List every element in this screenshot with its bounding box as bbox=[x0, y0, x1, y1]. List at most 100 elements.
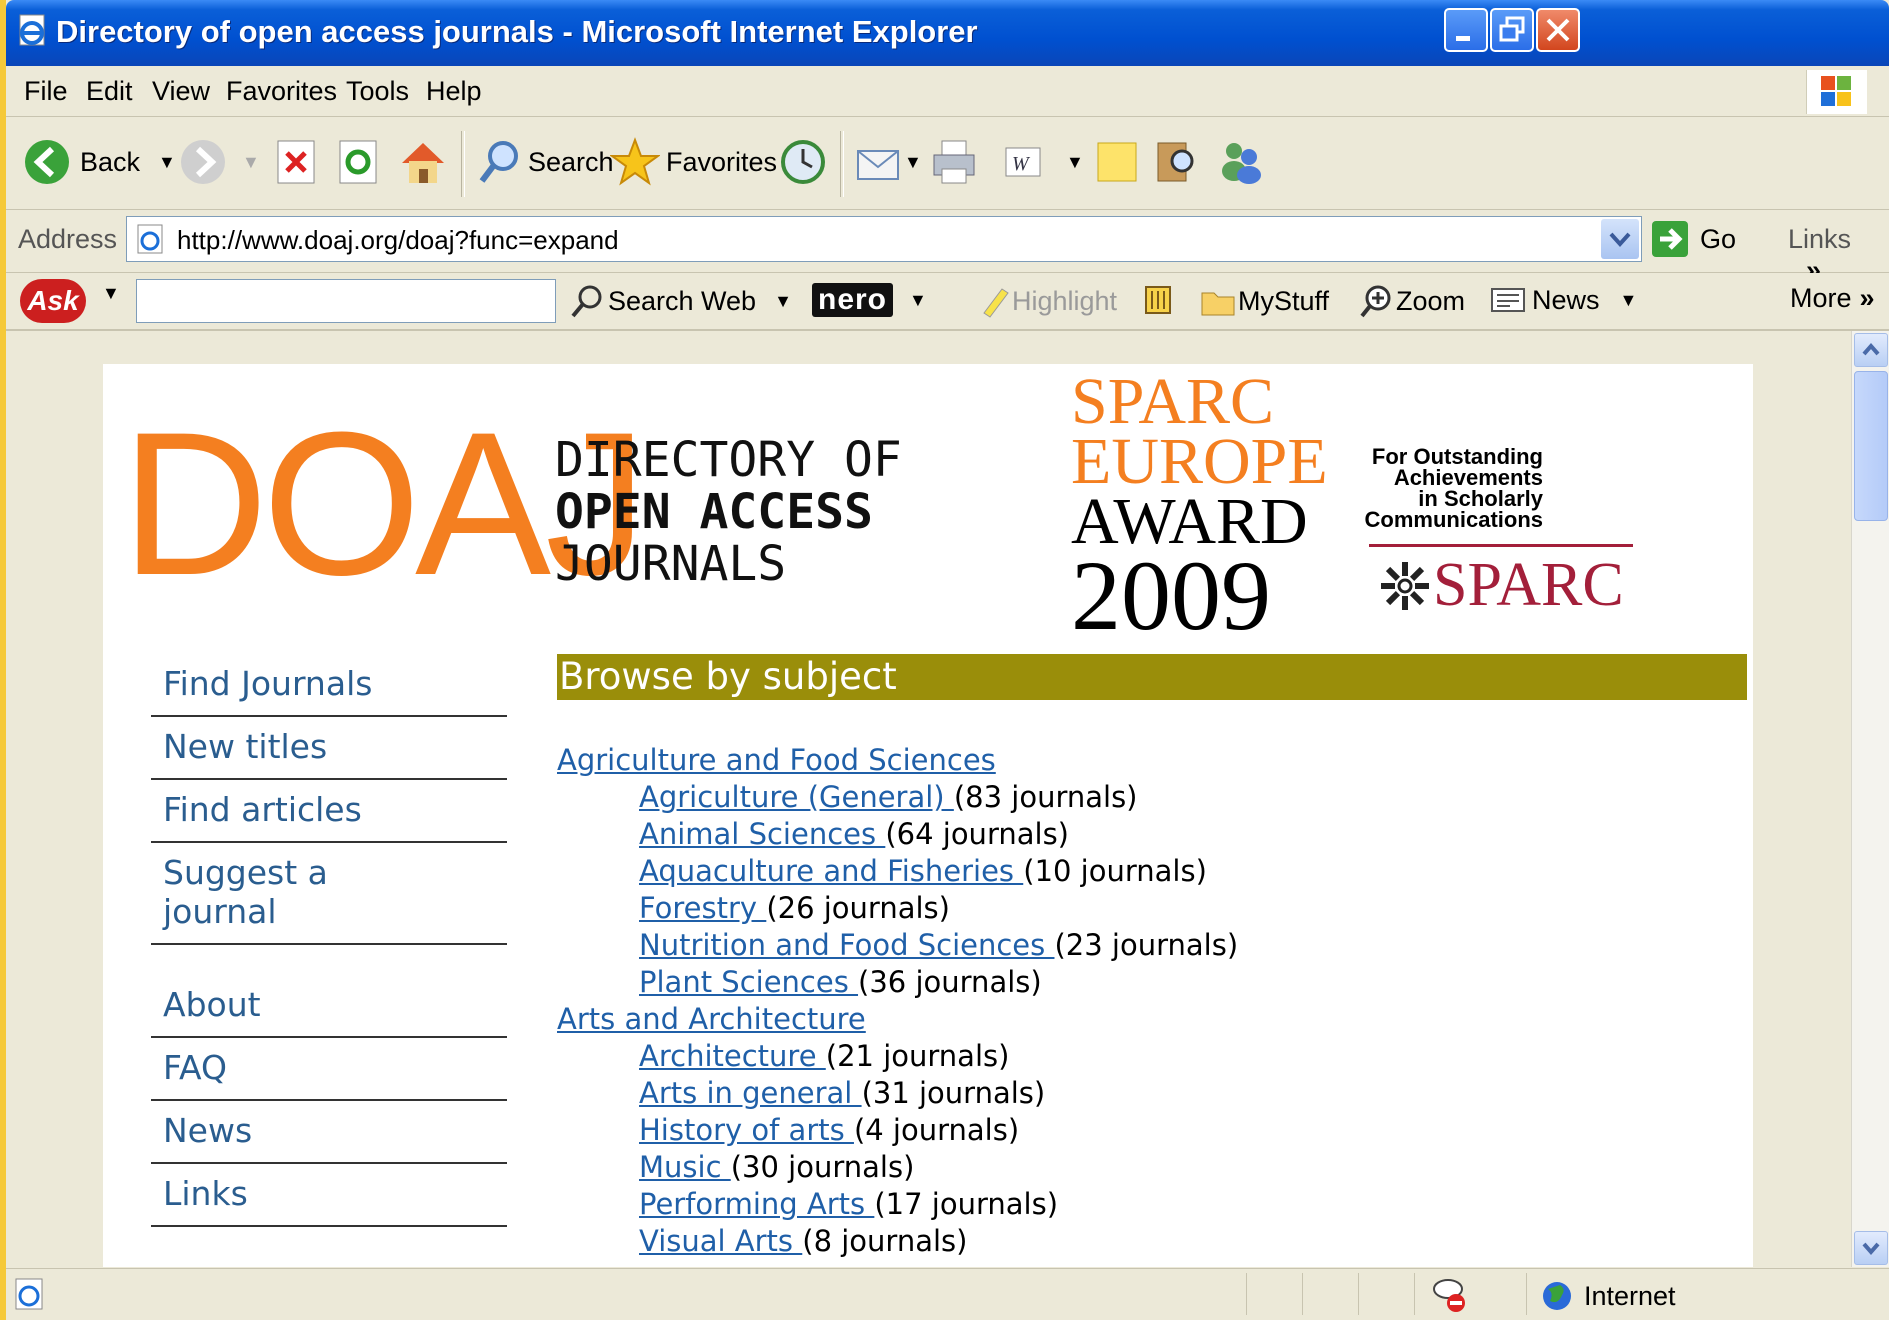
news-dropdown-icon[interactable]: ▼ bbox=[1620, 290, 1638, 311]
sidebar-item-news[interactable]: News bbox=[151, 1101, 507, 1164]
highlight-button[interactable]: Highlight bbox=[976, 283, 1117, 319]
go-button[interactable]: Go bbox=[1650, 216, 1736, 262]
menu-help[interactable]: Help bbox=[426, 76, 482, 107]
back-button[interactable]: Back ▼ bbox=[22, 131, 176, 193]
messenger-button[interactable] bbox=[1216, 131, 1266, 193]
research-button[interactable] bbox=[1152, 131, 1202, 193]
home-button[interactable] bbox=[398, 131, 448, 193]
journal-count: (17 journals) bbox=[874, 1187, 1059, 1221]
search-button[interactable]: Search bbox=[476, 131, 614, 193]
nav-label: News bbox=[163, 1111, 253, 1150]
zoom-button[interactable]: Zoom bbox=[1358, 283, 1465, 319]
scroll-down-button[interactable] bbox=[1854, 1231, 1888, 1265]
nav-label: About bbox=[163, 985, 261, 1024]
nero-dropdown-icon[interactable]: ▼ bbox=[909, 290, 927, 311]
news-button[interactable]: News ▼ bbox=[1490, 283, 1637, 317]
subcategory-link[interactable]: Animal Sciences bbox=[639, 817, 885, 851]
sidebar-item-find-journals[interactable]: Find Journals bbox=[151, 654, 507, 717]
sidebar-item-about[interactable]: About bbox=[151, 975, 507, 1038]
security-zone: Internet bbox=[1540, 1279, 1676, 1313]
forward-dropdown-icon[interactable]: ▼ bbox=[242, 152, 260, 173]
subcategory-link[interactable]: Music bbox=[639, 1150, 731, 1184]
highlighter-icon bbox=[983, 288, 1009, 318]
subcategory-link[interactable]: History of arts bbox=[639, 1113, 854, 1147]
sidebar-item-find-articles[interactable]: Find articles bbox=[151, 780, 507, 843]
menu-edit[interactable]: Edit bbox=[86, 76, 133, 107]
ticker-icon bbox=[1145, 286, 1171, 314]
restore-button[interactable] bbox=[1490, 8, 1534, 52]
subcategory-link[interactable]: Visual Arts bbox=[639, 1224, 802, 1258]
refresh-button[interactable] bbox=[336, 131, 380, 193]
sidebar-item-suggest-journal[interactable]: Suggest a journal bbox=[151, 843, 507, 945]
category-row: Arts and Architecture bbox=[557, 1001, 1747, 1038]
subcategory-link[interactable]: Plant Sciences bbox=[639, 965, 858, 999]
subcategory-link[interactable]: Performing Arts bbox=[639, 1187, 874, 1221]
sidebar-item-new-titles[interactable]: New titles bbox=[151, 717, 507, 780]
subcategory-link[interactable]: Architecture bbox=[639, 1039, 826, 1073]
subcategory-link[interactable]: Aquaculture and Fisheries bbox=[639, 854, 1023, 888]
mail-button[interactable]: ▼ bbox=[854, 131, 922, 193]
search-icon bbox=[571, 285, 602, 318]
menu-favorites[interactable]: Favorites bbox=[226, 76, 337, 107]
stop-button[interactable] bbox=[274, 131, 318, 193]
popup-blocker-icon[interactable] bbox=[1430, 1275, 1470, 1315]
favorites-button[interactable]: Favorites bbox=[610, 131, 777, 193]
edit-word-button[interactable]: W ▼ bbox=[1004, 131, 1084, 193]
mystuff-button[interactable]: MyStuff bbox=[1200, 283, 1329, 319]
history-button[interactable] bbox=[778, 131, 828, 193]
svg-text:W: W bbox=[1012, 153, 1031, 175]
sidebar-item-faq[interactable]: FAQ bbox=[151, 1038, 507, 1101]
menu-tools[interactable]: Tools bbox=[346, 76, 409, 107]
award-line-1: SPARC bbox=[1071, 365, 1275, 438]
award-caption-line-3: in Scholarly bbox=[1418, 486, 1543, 511]
newspaper-icon bbox=[1491, 288, 1525, 312]
award-caption-line-4: Communications bbox=[1364, 507, 1543, 532]
subcategory-row: Agriculture (General) (83 journals) bbox=[557, 779, 1747, 816]
back-dropdown-icon[interactable]: ▼ bbox=[158, 152, 176, 173]
journal-count: (30 journals) bbox=[730, 1150, 915, 1184]
vertical-scrollbar[interactable] bbox=[1851, 331, 1889, 1267]
forward-arrow-icon bbox=[181, 140, 225, 184]
nero-button[interactable]: nero ▼ bbox=[812, 283, 927, 317]
chevron-down-icon bbox=[1609, 232, 1631, 247]
scroll-thumb[interactable] bbox=[1854, 371, 1888, 521]
ask-dropdown-icon[interactable]: ▼ bbox=[102, 283, 120, 304]
discuss-button[interactable] bbox=[1094, 131, 1140, 193]
edit-dropdown-icon[interactable]: ▼ bbox=[1066, 152, 1084, 173]
close-button[interactable] bbox=[1536, 8, 1580, 52]
ask-logo[interactable]: Ask bbox=[20, 279, 86, 323]
mail-dropdown-icon[interactable]: ▼ bbox=[904, 152, 922, 173]
address-url: http://www.doaj.org/doaj?func=expand bbox=[177, 225, 619, 255]
journal-count: (83 journals) bbox=[953, 780, 1138, 814]
folder-icon bbox=[1201, 292, 1235, 316]
sidebar-item-links[interactable]: Links bbox=[151, 1164, 507, 1227]
subcategory-link[interactable]: Nutrition and Food Sciences bbox=[639, 928, 1054, 962]
search-web-dropdown-icon[interactable]: ▼ bbox=[774, 291, 792, 312]
category-link[interactable]: Agriculture and Food Sciences bbox=[557, 743, 996, 777]
print-icon bbox=[933, 140, 975, 184]
journal-count: (36 journals) bbox=[858, 965, 1042, 999]
minimize-button[interactable] bbox=[1444, 8, 1488, 52]
menu-file[interactable]: File bbox=[24, 76, 68, 107]
ask-search-input[interactable] bbox=[136, 279, 556, 323]
subcategory-row: History of arts (4 journals) bbox=[557, 1112, 1747, 1149]
search-web-button[interactable]: Search Web ▼ bbox=[568, 283, 792, 319]
ticker-button[interactable] bbox=[1142, 283, 1176, 321]
subcategory-row: Arts in general (31 journals) bbox=[557, 1075, 1747, 1112]
scroll-up-button[interactable] bbox=[1854, 333, 1888, 367]
award-caption-line-1: For Outstanding bbox=[1371, 444, 1543, 469]
site-header: DOAJ DIRECTORY OF OPEN ACCESS JOURNALS S… bbox=[103, 364, 1753, 654]
category-link[interactable]: Arts and Architecture bbox=[557, 1002, 866, 1036]
menu-view[interactable]: View bbox=[152, 76, 210, 107]
more-button[interactable]: More » bbox=[1790, 283, 1875, 314]
subcategory-link[interactable]: Arts in general bbox=[639, 1076, 862, 1110]
print-button[interactable] bbox=[930, 131, 980, 193]
forward-button[interactable]: ▼ bbox=[178, 131, 260, 193]
title-bar[interactable]: Directory of open access journals - Micr… bbox=[6, 0, 1889, 66]
address-field[interactable]: http://www.doaj.org/doaj?func=expand bbox=[126, 216, 1642, 262]
address-dropdown-button[interactable] bbox=[1601, 219, 1639, 259]
browser-viewport[interactable]: DOAJ DIRECTORY OF OPEN ACCESS JOURNALS S… bbox=[6, 331, 1851, 1267]
chevron-up-icon bbox=[1862, 342, 1880, 356]
subcategory-link[interactable]: Forestry bbox=[639, 891, 766, 925]
subcategory-link[interactable]: Agriculture (General) bbox=[639, 780, 954, 814]
